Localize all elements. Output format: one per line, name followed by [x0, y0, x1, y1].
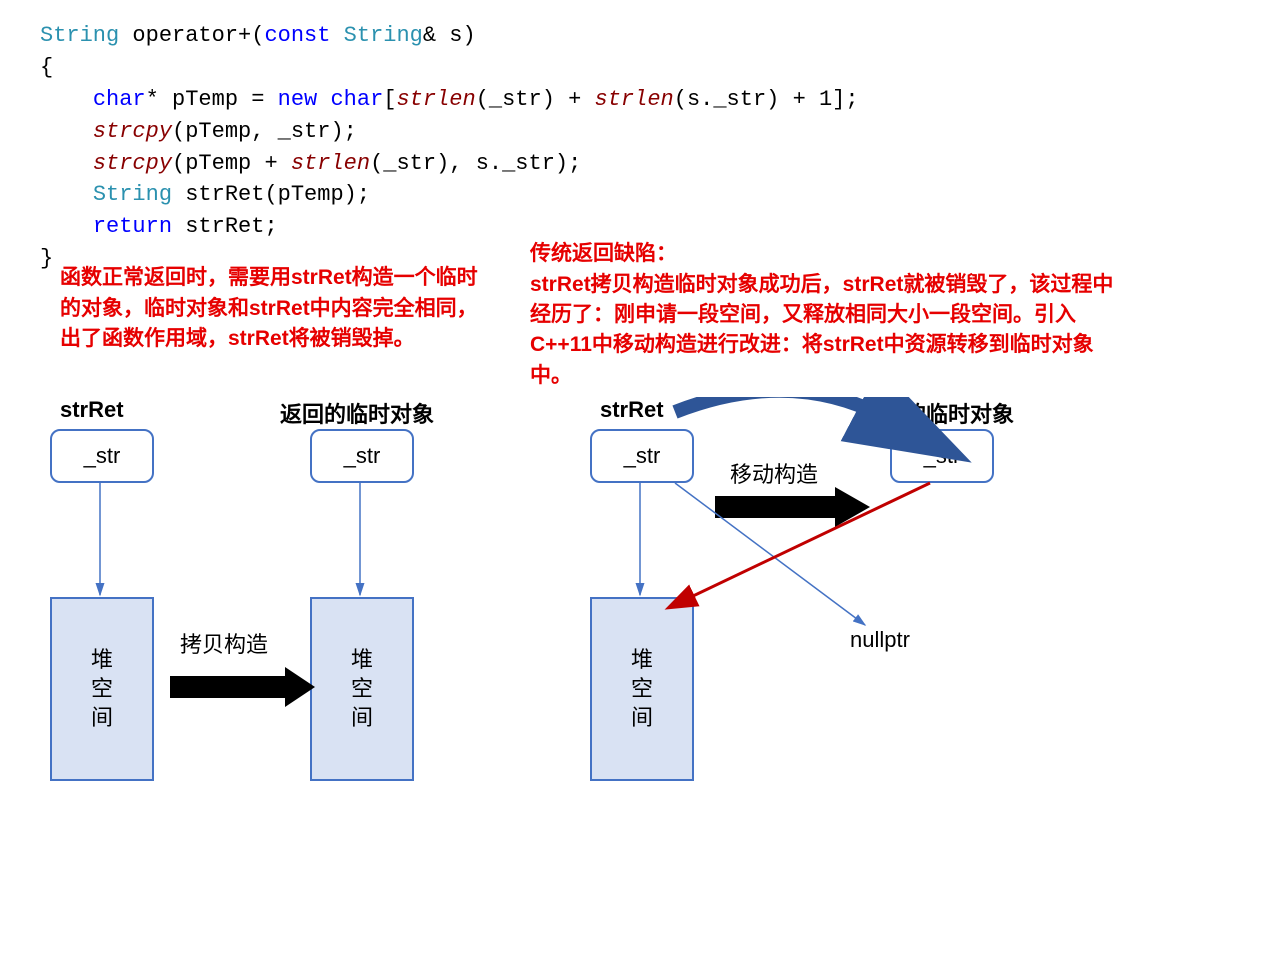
box-str-right: _str	[310, 429, 414, 483]
annotation-right: 传统返回缺陷： strRet拷贝构造临时对象成功后，strRet就被销毁了，该过…	[530, 239, 1130, 391]
diagram-copy: strRet 返回的临时对象 _str _str 堆 空 间 堆 空 间 拷贝构…	[40, 397, 550, 827]
label-copy-ctor: 拷贝构造	[180, 627, 268, 659]
label-tempobj: 返回的临时对象	[280, 397, 434, 429]
code-type: String	[40, 23, 119, 48]
code-text: (_str) +	[476, 87, 595, 112]
str-text: _str	[84, 443, 121, 469]
str-text: _str	[344, 443, 381, 469]
code-text: (s._str) + 1];	[674, 87, 859, 112]
code-text: }	[40, 246, 53, 271]
label-tempobj: 返回的临时对象	[860, 397, 1014, 429]
code-keyword: const	[264, 23, 330, 48]
code-keyword: char	[330, 87, 383, 112]
box-str-left: _str	[590, 429, 694, 483]
code-text: operator+(	[119, 23, 264, 48]
code-type: String	[93, 182, 172, 207]
annotation-left: 函数正常返回时，需要用strRet构造一个临时的对象，临时对象和strRet中内…	[60, 263, 490, 391]
heap-text: 堆 空 间	[91, 646, 113, 732]
label-strret: strRet	[60, 397, 124, 423]
code-keyword: char	[93, 87, 146, 112]
box-heap-left: 堆 空 间	[50, 597, 154, 781]
box-str-right: _str	[890, 429, 994, 483]
code-text: * pTemp =	[146, 87, 278, 112]
box-heap-right: 堆 空 间	[310, 597, 414, 781]
diagram-row: strRet 返回的临时对象 _str _str 堆 空 间 堆 空 间 拷贝构…	[20, 397, 1246, 827]
label-move-ctor: 移动构造	[730, 457, 818, 489]
code-text: (_str), s._str);	[370, 151, 581, 176]
code-func: strlen	[291, 151, 370, 176]
heap-text: 堆 空 间	[631, 646, 653, 732]
box-heap: 堆 空 间	[590, 597, 694, 781]
code-func: strlen	[396, 87, 475, 112]
code-text	[317, 87, 330, 112]
code-text: strRet(pTemp);	[172, 182, 370, 207]
annotation-row: 函数正常返回时，需要用strRet构造一个临时的对象，临时对象和strRet中内…	[60, 283, 1246, 391]
annotation-right-text: 传统返回缺陷： strRet拷贝构造临时对象成功后，strRet就被销毁了，该过…	[530, 242, 1113, 387]
code-text: {	[40, 55, 53, 80]
code-text: strRet;	[172, 214, 278, 239]
code-text: (pTemp +	[172, 151, 291, 176]
str-text: _str	[924, 443, 961, 469]
heap-text: 堆 空 间	[351, 646, 373, 732]
label-nullptr: nullptr	[850, 627, 910, 653]
str-text: _str	[624, 443, 661, 469]
box-str-left: _str	[50, 429, 154, 483]
code-func: strcpy	[93, 151, 172, 176]
code-keyword: new	[278, 87, 318, 112]
label-strret: strRet	[600, 397, 664, 423]
code-func: strlen	[595, 87, 674, 112]
code-text: (pTemp, _str);	[172, 119, 357, 144]
code-type: String	[330, 23, 422, 48]
code-keyword: return	[93, 214, 172, 239]
code-block: String operator+(const String& s) { char…	[40, 20, 1246, 275]
code-text: [	[383, 87, 396, 112]
code-func: strcpy	[93, 119, 172, 144]
code-text: & s)	[423, 23, 476, 48]
diagram-move: strRet 返回的临时对象 _str _str 堆 空 间 移动构造 null…	[580, 397, 1220, 827]
